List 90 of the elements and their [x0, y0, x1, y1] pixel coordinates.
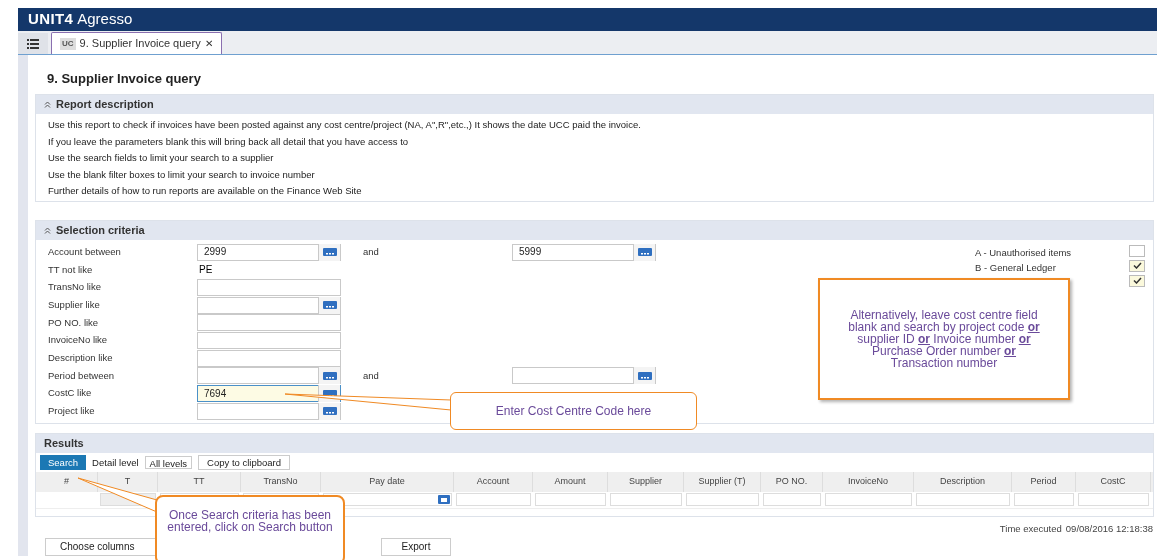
hint-tooltip: Enter Cost Centre Code here: [450, 392, 697, 430]
ellipsis-icon: [322, 371, 337, 380]
column-header[interactable]: Description: [914, 471, 1012, 492]
column-header[interactable]: Account: [454, 471, 533, 492]
lookup-button[interactable]: [318, 296, 340, 314]
field-label: CostC like: [48, 386, 93, 401]
lookup-field[interactable]: 5999: [512, 243, 656, 261]
close-button[interactable]: ✕: [204, 36, 213, 51]
calendar-icon: [438, 495, 450, 505]
filter-field[interactable]: [916, 493, 1010, 507]
field-label: Period between: [48, 368, 116, 383]
field-label: Supplier like: [48, 297, 101, 312]
app-header: UNIT4 Agresso: [18, 8, 1157, 31]
column-header[interactable]: Amount: [533, 471, 608, 492]
and-label: and: [362, 368, 380, 383]
column-header[interactable]: InvoiceNo: [823, 471, 914, 492]
copy-button[interactable]: Copy to clipboard: [198, 455, 290, 471]
filter-field[interactable]: [535, 493, 606, 507]
export-button[interactable]: Export: [381, 537, 451, 556]
filter-field[interactable]: [1078, 493, 1149, 507]
checkbox[interactable]: [1129, 244, 1145, 257]
lookup-button[interactable]: [318, 402, 340, 420]
column-header[interactable]: Period: [1012, 471, 1076, 492]
filter-field[interactable]: [1014, 493, 1074, 507]
field-label: Description like: [48, 351, 114, 365]
input-field[interactable]: [197, 278, 341, 296]
description-line: Use the search fields to limit your search to a supplier: [48, 151, 275, 165]
field-label: TT not like: [48, 262, 94, 277]
checkbox[interactable]: [1129, 259, 1145, 272]
column-header[interactable]: Supplier: [608, 471, 684, 492]
column-header[interactable]: PO NO.: [761, 471, 823, 492]
section-header[interactable]: Selection criteria: [36, 220, 1153, 240]
list-icon: [27, 38, 39, 49]
page-title: 9. Supplier Invoice query: [47, 71, 202, 87]
input-field[interactable]: [197, 331, 341, 349]
section-header[interactable]: Report description: [36, 95, 1153, 114]
time-label: Time executed: [999, 522, 1062, 535]
hint-text: Alternatively, leave cost centre field blank and search by project code or supplier ID or Invoice number or Purchase Order number or Transaction number: [847, 309, 1041, 369]
filter-field[interactable]: [763, 493, 821, 507]
column-header[interactable]: Supplier (T): [684, 471, 761, 492]
lookup-button[interactable]: [633, 367, 655, 385]
detail-level-label: Detail level: [92, 455, 139, 470]
and-label: and: [362, 244, 380, 259]
chevron-icon: [44, 226, 51, 234]
description-line: Use this report to check if invoices have been posted against any cost centre/project (NA, A",R",etc.,) It shows the date UCC paid the invoice.: [48, 118, 642, 132]
description-line: If you leave the parameters blank this will bring back all detail that you have access to: [48, 134, 410, 149]
description-line: Further details of how to run reports are available on the Finance Web Site: [48, 184, 363, 198]
tab-badge: UC: [60, 37, 76, 50]
lookup-field[interactable]: 2999: [197, 243, 341, 261]
time-value: 09/08/2016 12:18:38: [1065, 522, 1153, 535]
ellipsis-icon: [322, 407, 337, 416]
lookup-field[interactable]: [197, 367, 341, 385]
field-label: TransNo like: [48, 280, 102, 295]
column-header[interactable]: TT: [158, 471, 241, 492]
tab[interactable]: UC 9. Supplier Invoice query ✕: [51, 32, 222, 54]
field-label: Project like: [48, 404, 96, 419]
lookup-field[interactable]: 7694: [197, 385, 341, 402]
ellipsis-icon: [322, 248, 337, 256]
filter-field[interactable]: [825, 493, 912, 507]
ellipsis-icon: [637, 371, 652, 380]
checkbox-label: B - General Ledger: [975, 261, 1056, 273]
filter-field[interactable]: [456, 493, 531, 507]
ellipsis-icon: [322, 301, 337, 310]
lookup-field[interactable]: [197, 402, 341, 420]
input-field[interactable]: [197, 314, 341, 332]
field-label: Account between: [48, 244, 122, 259]
search-button[interactable]: Search: [40, 455, 87, 471]
field-label: PO NO. like: [48, 315, 100, 330]
lookup-button[interactable]: [318, 367, 340, 385]
section-header[interactable]: Results: [36, 433, 1153, 453]
description-line: Use the blank filter boxes to limit your search to invoice number: [48, 167, 316, 182]
hint-tooltip: Once Search criteria has been entered, click on Search button: [155, 495, 345, 560]
column-header[interactable]: TransNo: [241, 471, 321, 492]
lookup-button[interactable]: [318, 243, 340, 261]
filter-field[interactable]: [610, 493, 682, 507]
level-dropdown[interactable]: All levels: [144, 456, 193, 470]
menu-button[interactable]: [18, 33, 48, 54]
field-value: PE: [198, 263, 214, 278]
checkbox-label: A - Unauthorised items: [975, 246, 1072, 258]
lookup-field[interactable]: [197, 296, 341, 314]
chevron-icon: [44, 101, 51, 108]
lookup-field[interactable]: [512, 367, 656, 385]
lookup-button[interactable]: [633, 243, 655, 261]
column-header[interactable]: Pay date: [321, 471, 454, 492]
field-label: InvoiceNo like: [48, 333, 109, 348]
column-header[interactable]: CostC: [1076, 471, 1151, 492]
ellipsis-icon: [637, 248, 652, 256]
input-field[interactable]: [197, 349, 341, 367]
filter-field[interactable]: [686, 493, 759, 507]
checkbox[interactable]: [1129, 274, 1145, 287]
